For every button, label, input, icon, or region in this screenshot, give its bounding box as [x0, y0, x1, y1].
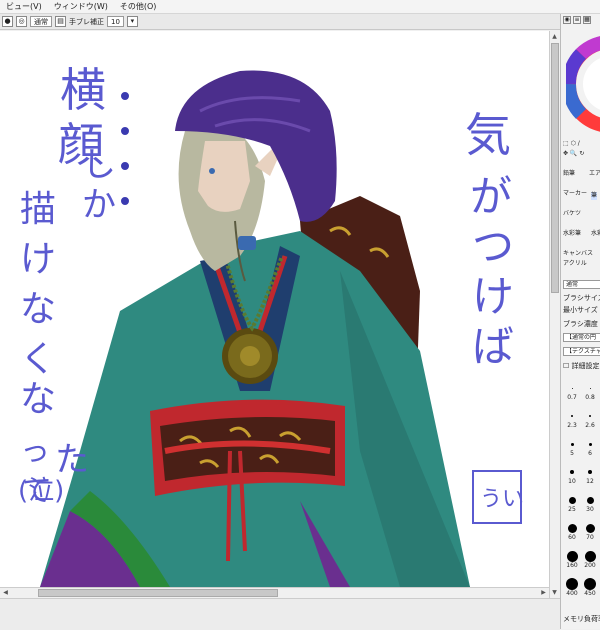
signature-text: うい	[480, 487, 524, 512]
svg-text:く: く	[20, 339, 56, 380]
antialias-icon[interactable]: ●	[2, 16, 13, 27]
brush-size-dot[interactable]	[585, 523, 595, 533]
handwritten-text-right: 気 が つ け ば	[465, 108, 514, 371]
brush-size-dot[interactable]	[570, 442, 574, 446]
brush-size-label: 30	[586, 506, 594, 513]
vertical-scroll-thumb[interactable]	[551, 43, 559, 293]
brush-size-dot[interactable]	[584, 578, 596, 590]
vertical-scrollbar[interactable]: ▲ ▼	[549, 31, 560, 598]
stabilizer-select[interactable]: 10	[107, 16, 124, 27]
brush-size-dot[interactable]	[566, 578, 578, 590]
brush-toolbar: ● ◎ 通常 ▤ 手ブレ補正 10 ▾	[0, 14, 560, 30]
text-kanji-1: 横	[60, 63, 106, 117]
menu-item-view[interactable]: ビュー(V)	[0, 0, 48, 13]
svg-text:気: 気	[465, 108, 511, 162]
svg-text:描: 描	[20, 189, 56, 230]
brush-size-dot[interactable]	[588, 442, 592, 446]
tool-canvas[interactable]: キャンバス	[563, 250, 593, 258]
tool-marker[interactable]: マーカー	[563, 190, 587, 198]
tool-brush[interactable]: 筆	[591, 192, 598, 200]
horizontal-scroll-thumb[interactable]	[38, 589, 278, 597]
brush-size-dot[interactable]	[566, 550, 578, 562]
brush-size-dot[interactable]	[567, 523, 577, 533]
artwork: 横 顔 描 け な く な っ て し か た (泣) 気 が つ け ば うい	[18, 63, 524, 587]
menu-bar: ビュー(V) ウィンドウ(W) その他(O)	[0, 0, 600, 14]
brush-size-dot[interactable]	[571, 387, 573, 389]
brush-size-dot[interactable]	[584, 550, 596, 562]
brush-size-label: 0.8	[585, 394, 595, 401]
svg-text:な: な	[20, 379, 56, 420]
brush-size-label: 6	[588, 450, 592, 457]
brush-size-label: 400	[566, 590, 578, 597]
brush-size-dot[interactable]	[570, 470, 574, 474]
min-size-label: 最小サイズ	[563, 306, 598, 314]
scroll-right-icon[interactable]: ▶	[539, 588, 548, 597]
status-bar	[0, 598, 560, 630]
scroll-up-icon[interactable]: ▲	[550, 32, 559, 41]
memory-usage-label: メモリ負荷率	[563, 615, 600, 623]
tool-bucket[interactable]: バケツ	[563, 210, 581, 218]
texture-select[interactable]: 【テクスチャ	[563, 347, 600, 356]
svg-text:っ: っ	[20, 434, 50, 469]
menu-item-other[interactable]: その他(O)	[114, 0, 163, 13]
brush-size-dot[interactable]	[586, 496, 594, 504]
horizontal-scrollbar[interactable]: ◀ ▶	[0, 587, 549, 598]
svg-text:な: な	[20, 289, 56, 330]
brush-size-label: 160	[566, 562, 578, 569]
brush-size-dot[interactable]	[589, 387, 591, 389]
face	[198, 141, 250, 212]
tool-panel: ◉ ≡ ▦ ⬚ ⬡ / ✥ 🔍 ↻ 鉛筆 エア マーカー 筆 バケツ 水彩筆 水…	[560, 14, 600, 629]
brush-size-label: 12	[586, 478, 594, 485]
brush-size-dot[interactable]	[589, 415, 591, 417]
brush-size-label: 200	[584, 562, 596, 569]
chevron-down-icon[interactable]: ▾	[126, 16, 138, 27]
tool-pencil[interactable]: 鉛筆	[563, 170, 575, 178]
brush-size-label: 25	[568, 506, 576, 513]
blend-mode-select[interactable]: 通常	[30, 16, 52, 27]
brush-density-label: ブラシ濃度	[563, 320, 598, 328]
scroll-down-icon[interactable]: ▼	[550, 588, 559, 597]
drawing-canvas[interactable]: 横 顔 描 け な く な っ て し か た (泣) 気 が つ け ば うい	[0, 31, 549, 587]
brush-size-dot[interactable]	[588, 470, 592, 474]
tool-acrylic[interactable]: アクリル	[563, 260, 587, 268]
brush-size-label: 60	[568, 534, 576, 541]
brush-size-dot[interactable]	[571, 415, 573, 417]
brush-size-label: 2.3	[567, 422, 577, 429]
svg-text:が: が	[470, 172, 512, 221]
svg-text:(泣): (泣)	[18, 476, 64, 506]
panel-blend-select[interactable]: 通常	[563, 280, 600, 289]
svg-text:し: し	[82, 145, 116, 185]
svg-text:け: け	[472, 272, 514, 321]
brush-size-label: 10	[568, 478, 576, 485]
brush-size-label: 70	[586, 534, 594, 541]
menu-item-window[interactable]: ウィンドウ(W)	[48, 0, 114, 13]
brush-size-dot[interactable]	[568, 496, 576, 504]
move-tools[interactable]: ✥ 🔍 ↻	[563, 150, 584, 158]
color-wheel-tab-icon[interactable]: ◉	[563, 16, 571, 24]
brush-size-label: 5	[570, 450, 574, 457]
svg-text:た: た	[55, 440, 89, 480]
detail-settings-label[interactable]: ☐ 詳細設定	[563, 362, 600, 371]
brush-size-label: ブラシサイズ	[563, 294, 600, 302]
brush-size-label: 0.7	[567, 394, 577, 401]
brush-size-label: 450	[584, 590, 596, 597]
menu-tab-icon[interactable]: ≡	[573, 16, 581, 24]
selection-tools[interactable]: ⬚ ⬡ /	[563, 140, 580, 148]
brush-size-label: 2.6	[585, 422, 595, 429]
tool-watercolor[interactable]: 水彩	[591, 230, 600, 238]
grid-tab-icon[interactable]: ▦	[583, 16, 591, 24]
color-wheel[interactable]	[566, 34, 600, 134]
svg-text:か: か	[82, 185, 116, 225]
svg-text:け: け	[20, 239, 56, 280]
shape-select[interactable]: 【通常の円	[563, 333, 600, 342]
tool-air[interactable]: エア	[589, 170, 600, 178]
tool-watercolor-brush[interactable]: 水彩筆	[563, 230, 581, 238]
scroll-left-icon[interactable]: ◀	[1, 588, 10, 597]
antialias-toggle-icon[interactable]: ◎	[16, 16, 27, 27]
stabilizer-label: 手ブレ補正	[69, 17, 104, 26]
svg-text:つ: つ	[472, 222, 514, 271]
layer-mode-icon[interactable]: ▤	[55, 16, 66, 27]
svg-text:ば: ば	[472, 322, 514, 371]
